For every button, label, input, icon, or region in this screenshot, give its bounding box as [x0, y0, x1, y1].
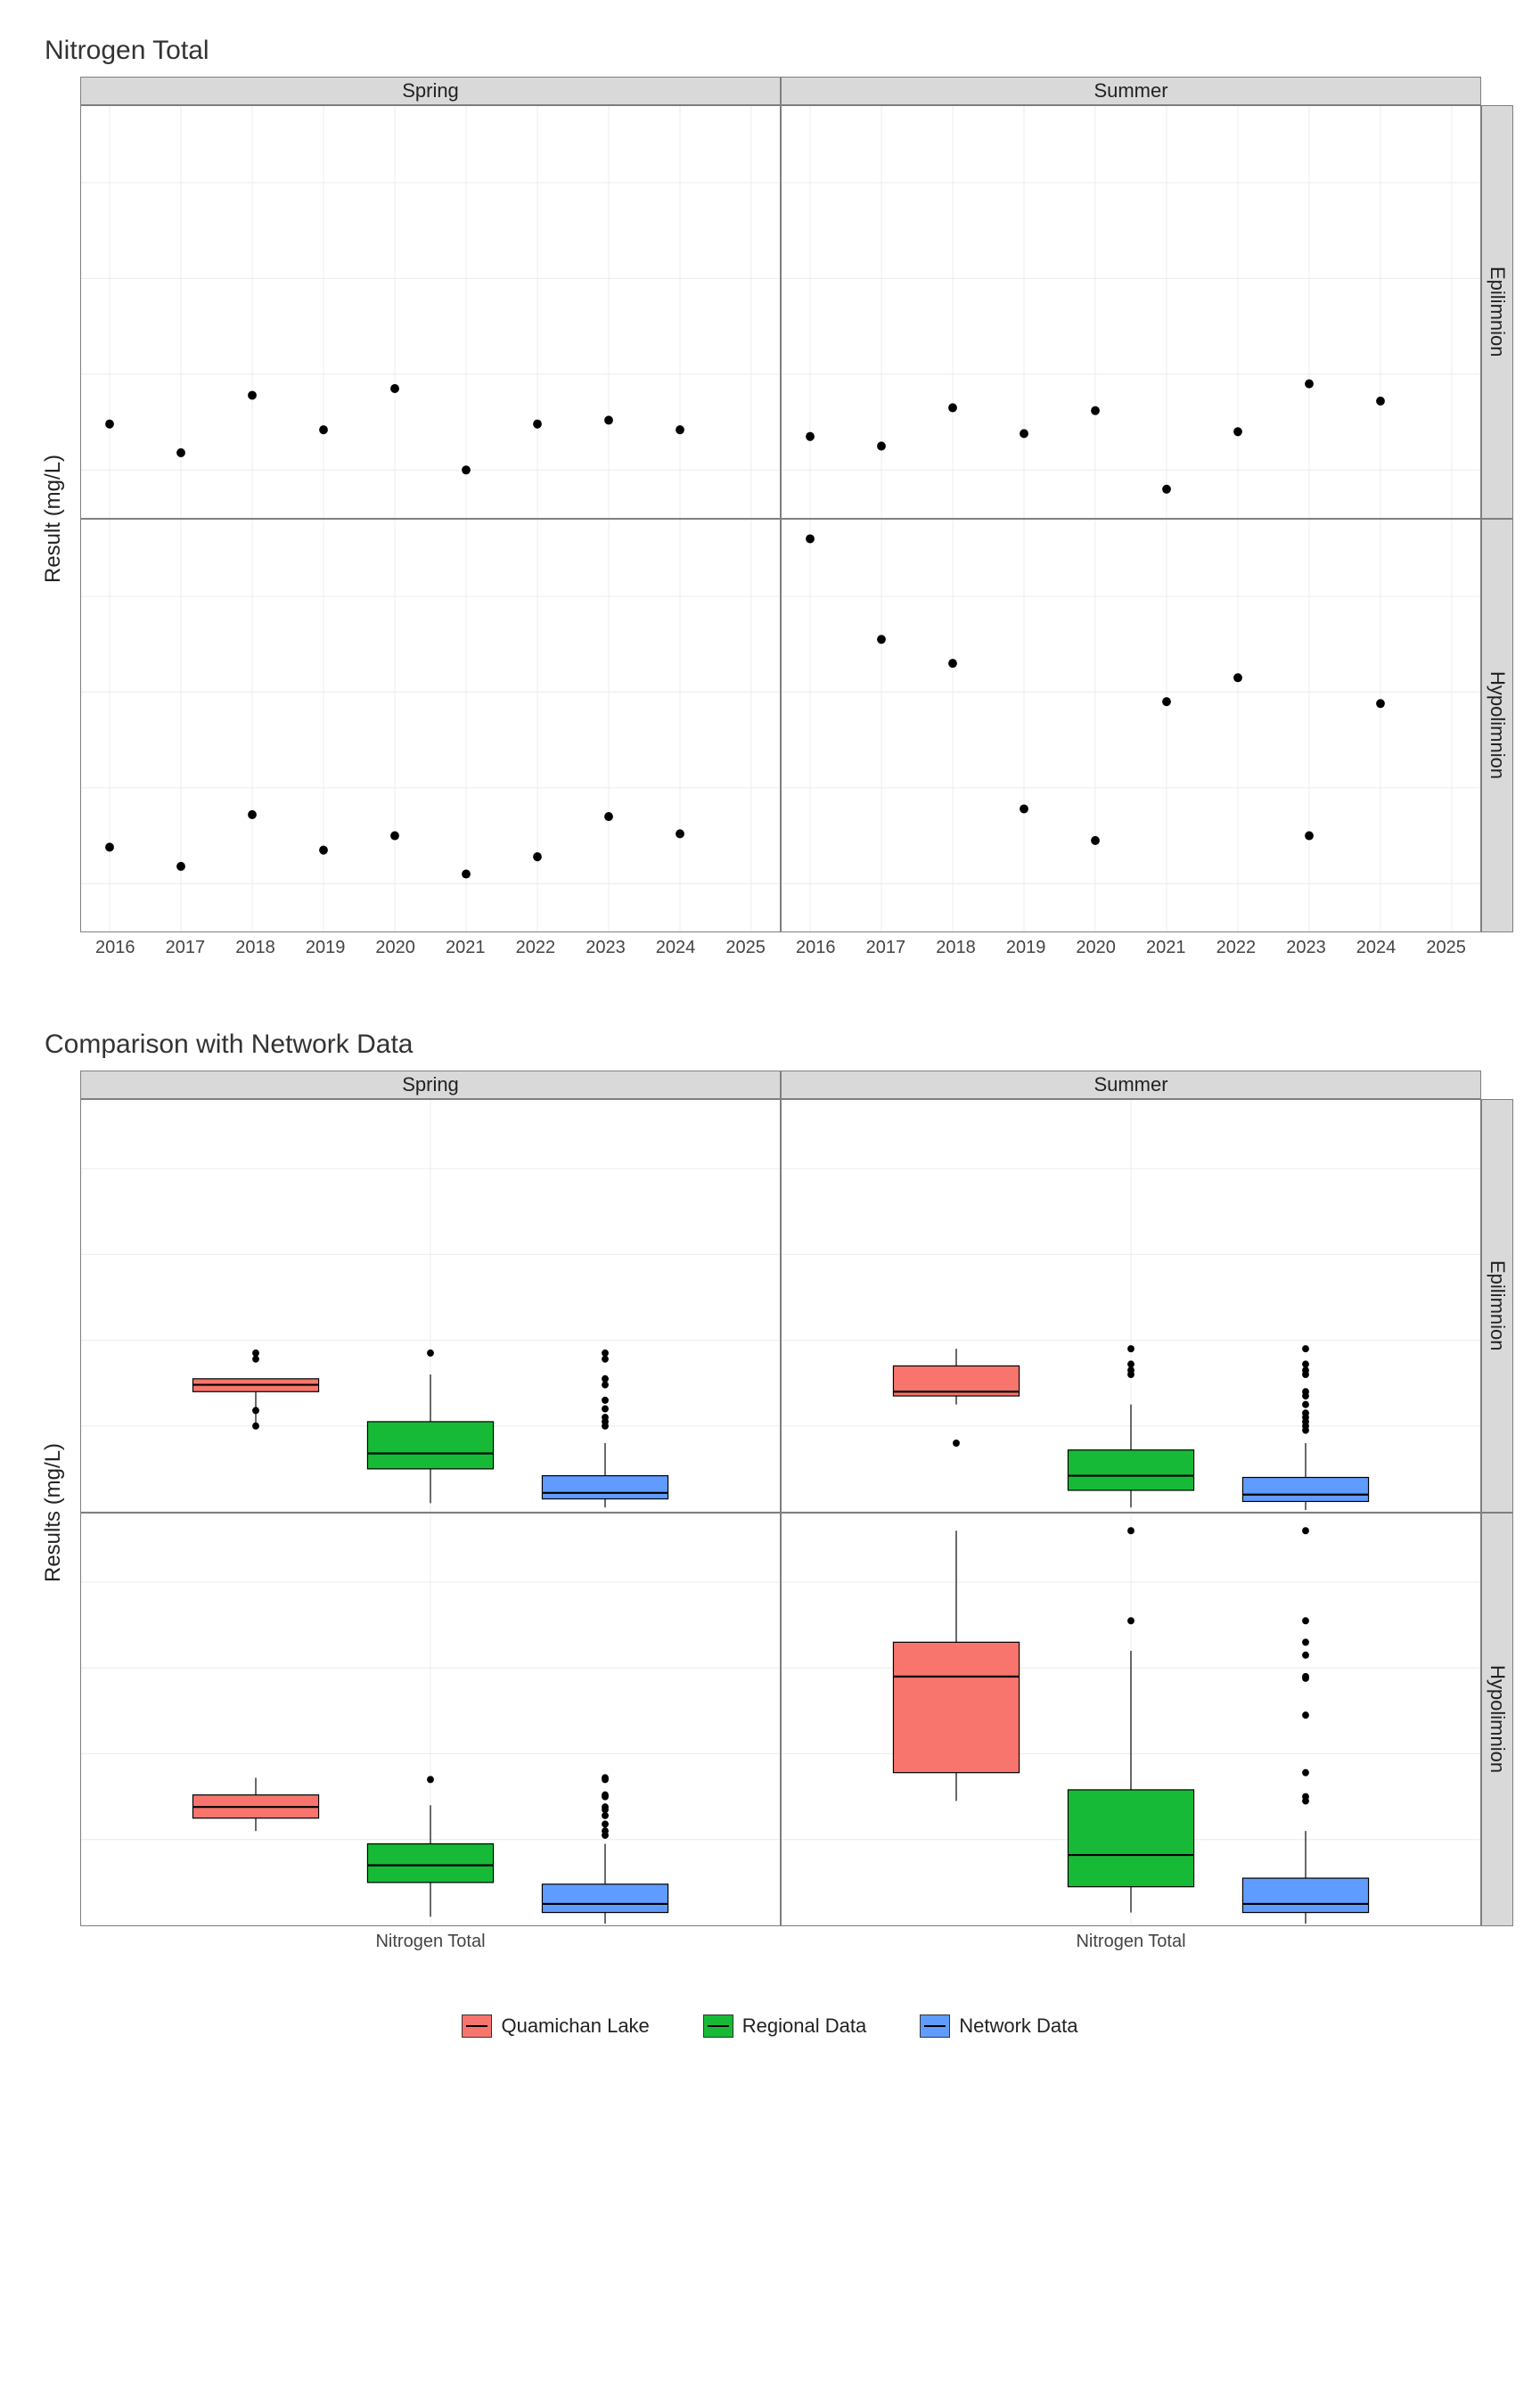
scatter-y-label: Result (mg/L) — [27, 105, 80, 932]
panel-summer-hypo — [781, 519, 1481, 932]
box-panel-summer-hypo — [781, 1513, 1481, 1926]
box-x-label-1: Nitrogen Total — [80, 1932, 781, 1952]
row-strip-epi-2: Epilimnion — [1481, 1099, 1513, 1513]
row-strip-epi: Epilimnion — [1481, 105, 1513, 519]
legend-label-r: Regional Data — [742, 2014, 866, 2038]
box-chart-block: Comparison with Network Data Spring Summ… — [27, 1030, 1513, 2038]
box-panel-spring-epi: 01234 — [80, 1099, 781, 1513]
legend-item-network: Network Data — [920, 2014, 1077, 2038]
col-strip-summer-2: Summer — [781, 1071, 1481, 1099]
col-strip-spring: Spring — [80, 77, 781, 105]
scatter-chart-block: Nitrogen Total Spring Summer Result (mg/… — [27, 36, 1513, 958]
box-panel-spring-hypo: 01234 — [80, 1513, 781, 1926]
legend-swatch-red — [462, 2014, 492, 2038]
legend-label-n: Network Data — [959, 2014, 1077, 2038]
box-x-ticks: Nitrogen Total Nitrogen Total — [27, 1926, 1513, 1952]
panel-spring-epi: 1234 — [80, 105, 781, 519]
panel-summer-epi — [781, 105, 1481, 519]
box-panel-summer-epi — [781, 1099, 1481, 1513]
box-facet-grid: Spring Summer Results (mg/L) 01234 Epili… — [27, 1071, 1513, 1926]
box-y-label: Results (mg/L) — [27, 1099, 80, 1926]
legend-swatch-green — [703, 2014, 733, 2038]
legend-label-q: Quamichan Lake — [501, 2014, 649, 2038]
legend-item-quamichan: Quamichan Lake — [462, 2014, 649, 2038]
row-strip-hypo: Hypolimnion — [1481, 519, 1513, 932]
scatter-x-ticks: 2016201720182019202020212022202320242025… — [27, 932, 1513, 958]
box-x-label-2: Nitrogen Total — [781, 1932, 1481, 1952]
scatter-facet-grid: Spring Summer Result (mg/L) 1234 Epilimn… — [27, 77, 1513, 932]
legend-swatch-blue — [920, 2014, 950, 2038]
col-strip-spring-2: Spring — [80, 1071, 781, 1099]
scatter-title: Nitrogen Total — [45, 36, 1513, 66]
legend-item-regional: Regional Data — [703, 2014, 866, 2038]
col-strip-summer: Summer — [781, 77, 1481, 105]
row-strip-hypo-2: Hypolimnion — [1481, 1513, 1513, 1926]
legend: Quamichan Lake Regional Data Network Dat… — [27, 2014, 1513, 2038]
box-title: Comparison with Network Data — [45, 1030, 1513, 1060]
panel-spring-hypo: 1234 — [80, 519, 781, 932]
